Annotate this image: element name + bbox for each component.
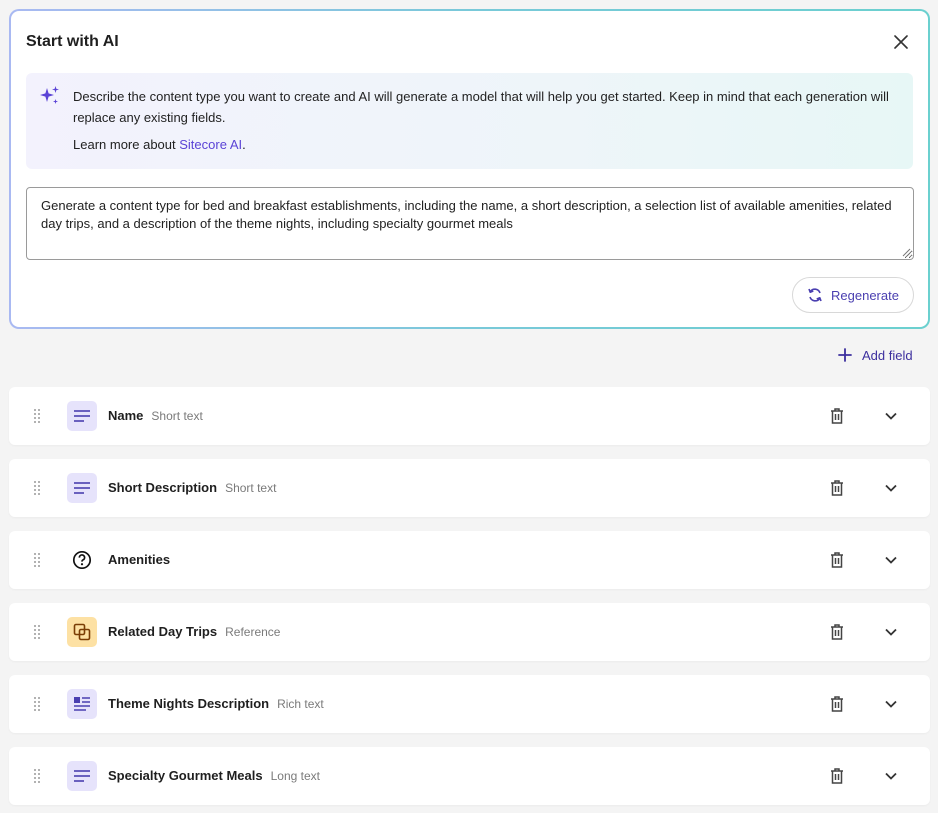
field-row-short-description[interactable]: Short Description Short text [9, 459, 930, 517]
field-name-text: Specialty Gourmet Meals [108, 768, 263, 783]
delete-field-button[interactable] [827, 478, 847, 498]
rich-text-icon [67, 689, 97, 719]
panel-title: Start with AI [26, 33, 119, 50]
drag-handle-icon[interactable] [33, 552, 41, 568]
trash-icon [831, 696, 843, 712]
ai-description: Describe the content type you want to cr… [73, 89, 889, 125]
trash-icon [831, 624, 843, 640]
start-with-ai-panel: Start with AI Describe the content type … [9, 9, 930, 329]
drag-handle-icon[interactable] [33, 408, 41, 424]
field-type: Short text [151, 409, 203, 423]
add-field-label: Add field [862, 347, 913, 363]
field-row-specialty-gourmet-meals[interactable]: Specialty Gourmet Meals Long text [9, 747, 930, 805]
drag-handle-icon[interactable] [33, 480, 41, 496]
trash-icon [831, 408, 843, 424]
chevron-down-icon [885, 772, 897, 780]
learn-more-text: Learn more about Sitecore AI. [73, 137, 246, 152]
start-with-ai-panel-body: Start with AI Describe the content type … [11, 11, 928, 327]
field-name: Short Description Short text [108, 480, 276, 495]
field-name: Theme Nights Description Rich text [108, 696, 324, 711]
sparkle-icon [40, 86, 59, 104]
regenerate-button[interactable]: Regenerate [792, 277, 914, 313]
delete-field-button[interactable] [827, 550, 847, 570]
add-field-button[interactable]: Add field [838, 344, 913, 366]
field-name-text: Related Day Trips [108, 624, 218, 639]
field-type: Long text [270, 769, 320, 783]
chevron-down-icon [885, 628, 897, 636]
field-name: Related Day Trips Reference [108, 624, 280, 639]
field-row-amenities[interactable]: Amenities [9, 531, 930, 589]
field-name-text: Name [108, 408, 144, 423]
field-type: Reference [225, 625, 281, 639]
trash-icon [831, 480, 843, 496]
field-name-text: Amenities [108, 552, 171, 567]
short-text-icon [67, 473, 97, 503]
plus-icon [838, 348, 852, 362]
trash-icon [831, 552, 843, 568]
field-type: Rich text [277, 697, 324, 711]
field-name-text: Theme Nights Description [108, 696, 270, 711]
chevron-down-icon [885, 412, 897, 420]
delete-field-button[interactable] [827, 406, 847, 426]
sitecore-ai-link[interactable]: Sitecore AI [179, 137, 242, 152]
ai-info-box: Describe the content type you want to cr… [26, 73, 913, 169]
expand-field-button[interactable] [881, 478, 901, 498]
chevron-down-icon [885, 700, 897, 708]
close-icon [894, 35, 908, 49]
delete-field-button[interactable] [827, 694, 847, 714]
drag-handle-icon[interactable] [33, 624, 41, 640]
expand-field-button[interactable] [881, 550, 901, 570]
field-name: Name Short text [108, 408, 203, 423]
question-circle-icon [67, 545, 97, 575]
field-row-theme-nights-description[interactable]: Theme Nights Description Rich text [9, 675, 930, 733]
field-type: Short text [225, 481, 277, 495]
learn-more-prefix: Learn more about [73, 137, 180, 152]
field-row-related-day-trips[interactable]: Related Day Trips Reference [9, 603, 930, 661]
delete-field-button[interactable] [827, 766, 847, 786]
resize-grip-icon[interactable] [901, 247, 911, 257]
chevron-down-icon [885, 556, 897, 564]
close-button[interactable] [890, 31, 912, 53]
reference-icon [67, 617, 97, 647]
field-name: Amenities [108, 552, 170, 567]
trash-icon [831, 768, 843, 784]
drag-handle-icon[interactable] [33, 768, 41, 784]
chevron-down-icon [885, 484, 897, 492]
field-row-name[interactable]: Name Short text [9, 387, 930, 445]
field-name: Specialty Gourmet Meals Long text [108, 768, 320, 783]
refresh-icon [808, 288, 822, 302]
learn-more-suffix: . [242, 137, 246, 152]
field-name-text: Short Description [108, 480, 218, 495]
ai-prompt-input[interactable]: Generate a content type for bed and brea… [26, 187, 914, 260]
expand-field-button[interactable] [881, 694, 901, 714]
drag-handle-icon[interactable] [33, 696, 41, 712]
long-text-icon [67, 761, 97, 791]
expand-field-button[interactable] [881, 766, 901, 786]
regenerate-label: Regenerate [831, 287, 899, 303]
short-text-icon [67, 401, 97, 431]
expand-field-button[interactable] [881, 406, 901, 426]
expand-field-button[interactable] [881, 622, 901, 642]
delete-field-button[interactable] [827, 622, 847, 642]
